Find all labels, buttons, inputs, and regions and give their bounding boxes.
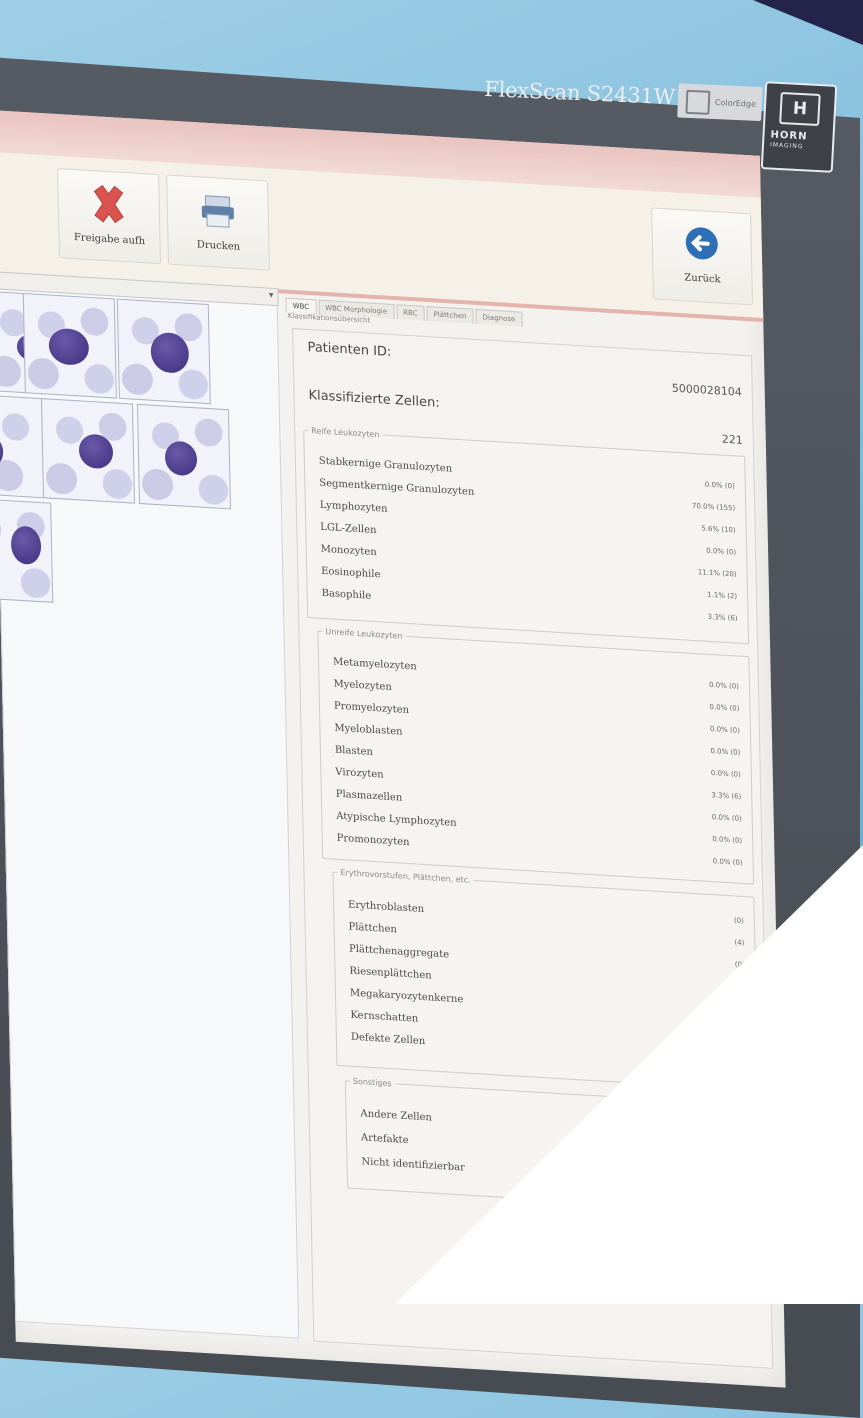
- group-title: Erythrovorstufen, Plättchen, etc.: [340, 868, 471, 885]
- list-item-label: Atypische Lymphozyten: [336, 810, 457, 829]
- logo-sub: IMAGING: [769, 141, 804, 151]
- back-button[interactable]: Zurück: [651, 207, 753, 306]
- list-item-label: Megakaryozytenkerne: [349, 987, 464, 1006]
- red-x-icon: [93, 185, 124, 224]
- back-arrow-icon: [685, 227, 718, 260]
- list-item-label: Monozyten: [320, 543, 377, 559]
- printer-icon: [201, 195, 234, 228]
- cell-image-gallery: ▾: [0, 271, 300, 1339]
- list-item-label: Plasmazellen: [335, 788, 403, 804]
- cell-thumbnail[interactable]: [22, 292, 117, 399]
- list-item-label: Virozyten: [335, 766, 384, 781]
- list-item-value: 0.0% (0): [708, 680, 740, 691]
- group-title: Sonstiges: [352, 1076, 392, 1089]
- list-item-label: Myeloblasten: [334, 722, 403, 738]
- list-item-value: 5.6% (10): [701, 524, 736, 535]
- list-item-label: Kernschatten: [350, 1009, 419, 1025]
- list-item-label: Artefakte: [360, 1132, 409, 1147]
- group-title: Reife Leukozyten: [311, 426, 380, 440]
- list-item-label: Erythroblasten: [348, 899, 425, 916]
- monitor-model-label: FlexScan S2431W: [483, 76, 676, 110]
- list-item-label: Stabkernige Granulozyten: [318, 455, 453, 475]
- tab-rbc[interactable]: RBC: [395, 304, 425, 321]
- list-item-value: (4): [734, 938, 745, 948]
- classified-cells-value: 221: [721, 432, 743, 447]
- badge-label: ColorEdge: [714, 97, 757, 109]
- list-item-value: 0.0% (0): [709, 724, 740, 735]
- list-item-label: Metamyelozyten: [332, 656, 417, 673]
- list-item-label: Blasten: [334, 744, 374, 758]
- list-item-value: 0.0% (0): [712, 857, 743, 867]
- list-item-label: Myelozyten: [333, 678, 392, 694]
- back-label: Zurück: [684, 272, 721, 286]
- list-item-label: LGL-Zellen: [320, 521, 377, 537]
- list-item-value: 3.3% (6): [707, 612, 738, 623]
- list-item-value: 0.0% (0): [704, 480, 735, 491]
- list-item-value: 0.0% (0): [706, 546, 737, 557]
- logo-name: HORN: [770, 129, 808, 143]
- release-cancel-button[interactable]: Freigabe aufh: [57, 168, 161, 265]
- cell-thumbnail[interactable]: [136, 403, 232, 510]
- list-item-label: Basophile: [321, 587, 372, 602]
- group-mature-leukocytes: Reife Leukozyten Stabkernige Granulozyte…: [303, 425, 750, 645]
- release-cancel-label: Freigabe aufh: [73, 232, 146, 248]
- list-item-value: 3.3% (6): [711, 791, 742, 801]
- list-item-label: Segmentkernige Granulozyten: [319, 477, 475, 498]
- list-item-label: Andere Zellen: [360, 1108, 433, 1124]
- print-label: Drucken: [196, 239, 241, 253]
- list-item-value: 0.0% (0): [710, 769, 741, 779]
- list-item-label: Lymphozyten: [319, 499, 388, 515]
- tab-diagnose[interactable]: Diagnose: [475, 308, 523, 327]
- cell-thumbnail[interactable]: [40, 398, 136, 504]
- list-item-label: Plättchenaggregate: [348, 943, 450, 961]
- list-item-value: 11.1% (20): [697, 568, 737, 579]
- cell-thumbnail[interactable]: [0, 497, 54, 603]
- print-button[interactable]: Drucken: [166, 174, 270, 271]
- chevron-down-icon: ▾: [268, 290, 274, 301]
- patient-id-value: 5000028104: [671, 381, 742, 399]
- list-item-value: 0.0% (0): [712, 835, 743, 845]
- list-item-value: 0.0% (0): [709, 702, 740, 713]
- list-item-value: 1.1% (2): [707, 590, 738, 601]
- cell-thumbnail[interactable]: [116, 298, 211, 405]
- patient-id-label: Patienten ID:: [307, 339, 392, 360]
- group-title: Unreife Leukozyten: [325, 627, 403, 641]
- list-item-label: Nicht identifizierbar: [361, 1156, 465, 1174]
- monitor-badge: ColorEdge: [677, 83, 763, 122]
- background-corner-shape: [753, 0, 863, 45]
- logo-letter: H: [779, 91, 821, 127]
- list-item-label: Eosinophile: [321, 565, 381, 581]
- list-item-label: Plättchen: [348, 921, 398, 936]
- list-item-label: Riesenplättchen: [349, 965, 432, 982]
- list-item-value: (0): [733, 916, 744, 926]
- tab-plaettchen[interactable]: Plättchen: [426, 306, 474, 324]
- list-item-label: Promonozyten: [336, 832, 410, 849]
- list-item-value: 70.0% (155): [691, 501, 736, 513]
- list-item-value: 0.0% (0): [711, 813, 742, 823]
- list-item-label: Defekte Zellen: [350, 1031, 426, 1048]
- list-item-value: 0.0% (0): [710, 746, 741, 757]
- group-immature-leukocytes: Unreife Leukozyten Metamyelozyten 0.0% (…: [317, 626, 755, 885]
- list-item-label: Promyelozyten: [333, 700, 410, 717]
- badge-icon: [685, 89, 711, 115]
- classified-cells-label: Klassifizierte Zellen:: [308, 388, 440, 411]
- sticker-logo: H HORN IMAGING: [760, 81, 838, 173]
